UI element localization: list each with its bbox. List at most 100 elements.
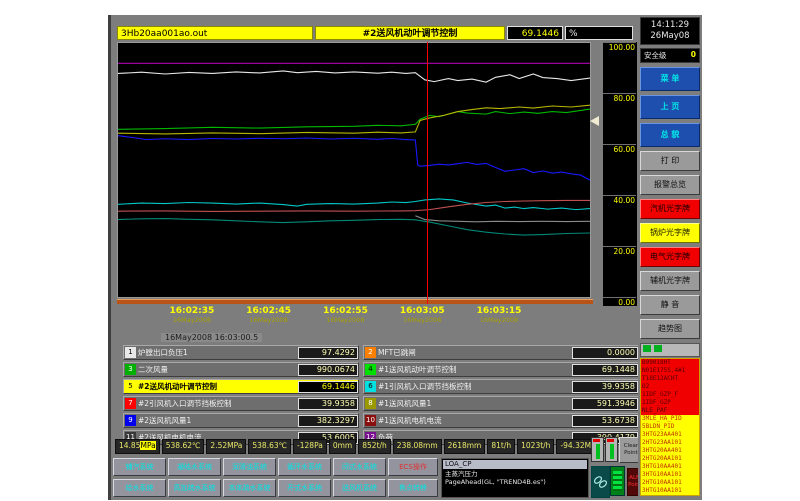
- focus-transfer-button[interactable]: 焦点转移: [388, 479, 438, 497]
- alarm-tag-item[interactable]: O2: [641, 383, 699, 391]
- status-value-box: 81t/h: [487, 439, 515, 454]
- y-axis-tick-label: 100.00: [603, 42, 636, 53]
- pen-label: #2送风机动叶调节控制: [138, 381, 298, 392]
- pen-value: 990.0674: [298, 364, 358, 376]
- system-nav-button[interactable]: 高加疏水系统: [168, 479, 221, 497]
- status-value-box: 2.52MPa: [206, 439, 246, 454]
- alarm-tag-item[interactable]: 1IDF_GZP: [641, 399, 699, 407]
- sidebar-button[interactable]: 总 貌: [640, 123, 700, 147]
- sidebar-button[interactable]: 锅炉光字牌: [640, 223, 700, 243]
- sidebar-button[interactable]: 趋势图: [640, 319, 700, 339]
- pen-value: 69.1448: [572, 364, 638, 376]
- safety-value: 0: [691, 50, 696, 61]
- pen-value: 591.3946: [572, 398, 638, 410]
- trend-plot[interactable]: [117, 42, 591, 298]
- scale-slider-triangle-icon[interactable]: [590, 116, 599, 126]
- y-axis-tick-label: 0.00: [603, 297, 636, 308]
- alarm-tag-item[interactable]: 3MLE_HA_PID: [641, 415, 699, 423]
- pen-value: 69.1446: [298, 381, 358, 393]
- pen-value: 39.9358: [298, 398, 358, 410]
- dcs-screen: 3Hb20aa001ao.out #2送风机动叶调节控制 69.1446 % 1…: [0, 0, 800, 500]
- table-icon-button[interactable]: [610, 466, 625, 496]
- pen-label: #2送风机风量1: [138, 415, 298, 426]
- legend-pen-row[interactable]: 4 #1送风机动叶调节控制 69.1448: [363, 362, 639, 377]
- legend-pen-row[interactable]: 7 #2引风机入口调节挡板控制 39.9358: [123, 396, 359, 411]
- alarm-tag-item[interactable]: N01E175S.4#1: [641, 367, 699, 375]
- alarm-tag-item[interactable]: 3HTG10AA101: [641, 487, 699, 495]
- alarm-tag-item[interactable]: 2HTG23AA101: [641, 439, 699, 447]
- system-nav-button[interactable]: 凝结水系统: [168, 458, 221, 476]
- pen-label: 炉膛出口负压1: [138, 347, 298, 358]
- legend-pen-row[interactable]: 1 炉膛出口负压1 97.4292: [123, 345, 359, 360]
- nav-row-2: 给水系统 高加疏水系统 本体疏水系统 开式水系统 送风机系统: [113, 479, 386, 497]
- y-axis-tick-label: 40.00: [603, 195, 636, 206]
- sidebar-button[interactable]: 汽机光字牌: [640, 199, 700, 219]
- system-nav-button[interactable]: 润滑油系统: [223, 458, 276, 476]
- trend-curve: [118, 199, 590, 210]
- pen-label: #2引风机入口调节挡板控制: [138, 398, 298, 409]
- pen-value: 39.9358: [572, 381, 638, 393]
- pen-color-chip: 10: [365, 415, 376, 426]
- alarm-tag-item[interactable]: 5BLDN_PID: [641, 423, 699, 431]
- x-axis-tick: 16:03:05 16May2008: [382, 306, 462, 324]
- trend-file-field[interactable]: 3Hb20aa001ao.out: [117, 26, 313, 40]
- sidebar-button[interactable]: 菜 单: [640, 67, 700, 91]
- sidebar-button[interactable]: 报警总览: [640, 175, 700, 195]
- clock-date: 26May08: [641, 31, 699, 42]
- status-value-box: -128Pa: [293, 439, 327, 454]
- trend-cursor-line[interactable]: [427, 42, 428, 304]
- system-nav-button[interactable]: 给水系统: [113, 479, 166, 497]
- alarm-tag-item[interactable]: 3HTG23AA401: [641, 431, 699, 439]
- status-value-box: 14.85MPa: [115, 439, 160, 454]
- alarm-tag-item[interactable]: NLE_PAF: [641, 407, 699, 415]
- system-nav-button[interactable]: 闭式水系统: [333, 458, 386, 476]
- sidebar-button[interactable]: 辅机光字牌: [640, 271, 700, 291]
- trend-scrollbar[interactable]: [117, 299, 593, 304]
- legend-pen-row[interactable]: 6 #1引风机入口调节挡板控制 39.9358: [363, 379, 639, 394]
- alarm-tag-item[interactable]: 3HTG20AA401: [641, 447, 699, 455]
- clock-time: 14:11:29: [641, 20, 699, 31]
- nav-row-1: 辅汽系统 凝结水系统 润滑油系统 循环水系统 闭式水系统: [113, 458, 386, 476]
- selected-tag-line[interactable]: LOA_CP: [443, 460, 587, 469]
- alarm-tag-item[interactable]: B99018HT: [641, 359, 699, 367]
- x-axis-time-label: 16:02:35: [152, 306, 232, 316]
- legend-pen-row[interactable]: 8 #1送风机风量1 591.3946: [363, 396, 639, 411]
- x-axis-tick: 16:02:45 16May2008: [229, 306, 309, 324]
- alarm-filter-icon[interactable]: [654, 345, 662, 352]
- alarm-tag-item[interactable]: T18E12ACHT: [641, 375, 699, 383]
- x-axis-tick: 16:03:15 16May2008: [459, 306, 539, 324]
- alarm-filter-icon[interactable]: [643, 345, 651, 352]
- system-nav-button[interactable]: 开式水系统: [278, 479, 331, 497]
- link-icon[interactable]: [591, 466, 610, 498]
- sidebar-button[interactable]: 上 页: [640, 95, 700, 119]
- sidebar-button[interactable]: 静 音: [640, 295, 700, 315]
- legend-pen-row[interactable]: 2 MFT已跳闸 0.0000: [363, 345, 639, 360]
- message-line-1: 主蒸汽压力: [442, 470, 588, 478]
- legend-pen-row[interactable]: 10 #1送风机电机电流 53.6738: [363, 413, 639, 428]
- pen-label: MFT已跳闸: [378, 347, 572, 358]
- ecs-operate-button[interactable]: ECS操作: [388, 458, 438, 476]
- system-nav-button[interactable]: 辅汽系统: [113, 458, 166, 476]
- legend-pen-row[interactable]: 5 #2送风机动叶调节控制 69.1446: [123, 379, 359, 394]
- safety-level-display: 安全级 0: [640, 48, 700, 63]
- x-axis-time-label: 16:02:55: [305, 306, 385, 316]
- legend-table-left: 1 炉膛出口负压1 97.4292 3 二次风量 990.0674 5 #2送风…: [123, 345, 359, 447]
- trend-title: #2送风机动叶调节控制: [315, 26, 505, 40]
- system-nav-button[interactable]: 循环水系统: [278, 458, 331, 476]
- alarm-tag-item[interactable]: 3HTG10AA101: [641, 471, 699, 479]
- alarm-tag-item[interactable]: 1IDF_GZP_F: [641, 391, 699, 399]
- trend-curve: [118, 109, 590, 129]
- sidebar-button[interactable]: 打 印: [640, 151, 700, 171]
- message-console[interactable]: LOA_CP 主蒸汽压力 PageAhead(GL, "TREND4B.es"): [441, 458, 589, 498]
- x-axis-time-label: 16:02:45: [229, 306, 309, 316]
- alarm-tag-item[interactable]: 2HTG10AA101: [641, 479, 699, 487]
- sidebar-button[interactable]: 电气光字牌: [640, 247, 700, 267]
- x-axis-date-label: 16May2008: [382, 316, 462, 324]
- system-nav-button[interactable]: 本体疏水系统: [223, 479, 276, 497]
- alarm-tag-item[interactable]: 2HTG20AA101: [641, 455, 699, 463]
- trend-curve: [118, 219, 590, 236]
- alarm-tag-item[interactable]: 3HTG10AA401: [641, 463, 699, 471]
- system-nav-button[interactable]: 送风机系统: [333, 479, 386, 497]
- legend-pen-row[interactable]: 3 二次风量 990.0674: [123, 362, 359, 377]
- legend-pen-row[interactable]: 9 #2送风机风量1 382.3297: [123, 413, 359, 428]
